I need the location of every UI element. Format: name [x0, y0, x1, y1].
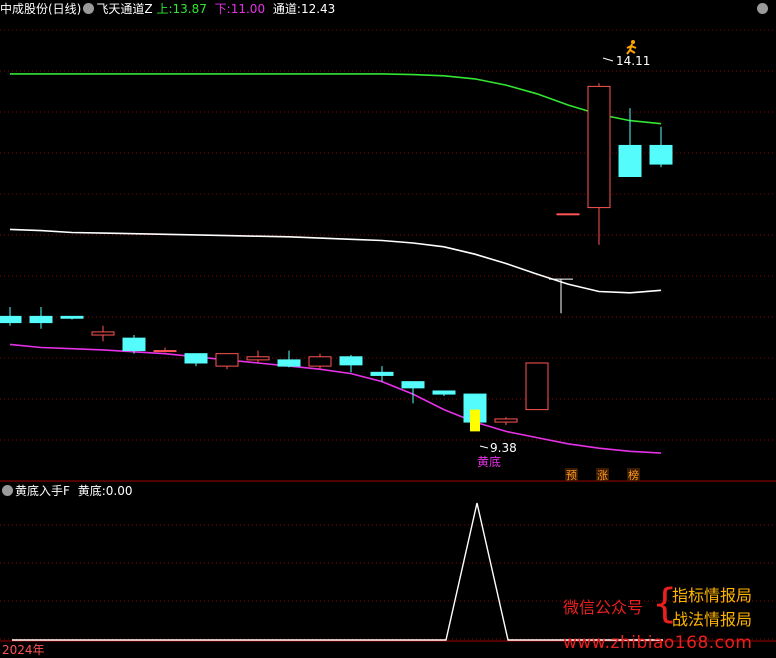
sub-label: 黄底:	[77, 484, 106, 498]
sub-indicator-menu-icon[interactable]	[2, 485, 13, 496]
candle-body	[246, 356, 270, 361]
upper-label: 上:	[156, 2, 173, 16]
tag-label: 预	[566, 469, 577, 482]
high-price-label: 14.11	[616, 54, 650, 68]
candle-body	[29, 315, 53, 324]
sub-indicator-name: 黄底入手F	[15, 484, 70, 498]
candle-body	[122, 337, 146, 352]
chart-header: 中成股份(日线) 飞天通道Z 上:13.87 下:11.00 通道:12.43	[0, 1, 335, 17]
candle-body	[308, 356, 332, 367]
high-price-pointer	[602, 57, 614, 62]
tag-label: 榜	[628, 468, 639, 482]
sub-value: 0.00	[105, 484, 133, 498]
bottom-signal-label: 黄底	[477, 454, 501, 469]
low-price-label: 9.38	[490, 441, 517, 455]
candle-body	[494, 418, 518, 423]
candle-body	[153, 350, 177, 353]
settings-icon[interactable]	[757, 3, 768, 14]
lower-channel-line	[9, 228, 662, 294]
year-label: 2024年	[2, 643, 45, 657]
runner-icon-part	[626, 43, 637, 55]
main-chart-canvas[interactable]: 14.11 9.38黄底预 涨 榜	[0, 0, 776, 657]
watermark-right-top: 指标情报局	[672, 586, 753, 605]
tag-label: 涨	[597, 469, 608, 482]
candle-body	[432, 390, 456, 395]
watermark-right-bottom: 战法情报局	[672, 610, 753, 629]
watermark-left: 微信公众号	[563, 598, 644, 617]
candle-body	[649, 144, 673, 165]
candle-body	[401, 381, 425, 389]
channel-value: 12.43	[300, 2, 336, 16]
candle-body	[618, 144, 642, 178]
candle-body	[556, 213, 580, 216]
runner-icon-part	[631, 40, 635, 44]
candle-body	[587, 85, 611, 209]
mid-channel-line	[9, 343, 662, 454]
candle-body	[60, 315, 84, 319]
lower-value: 11.00	[230, 2, 266, 16]
candle-body	[184, 353, 208, 364]
signal-bar	[470, 409, 480, 432]
bottom-signal-line	[12, 502, 663, 641]
watermark-url: www.zhibiao168.com	[563, 633, 753, 653]
candle-body	[277, 359, 301, 367]
channel-label: 通道:	[272, 2, 301, 16]
indicator-name: 飞天通道Z	[96, 2, 153, 16]
runner-icon	[626, 40, 637, 55]
candle-body	[0, 315, 22, 324]
candle-body	[91, 331, 115, 336]
candle-body	[525, 362, 549, 411]
upper-value: 13.87	[172, 2, 207, 16]
upper-channel-line	[10, 73, 662, 125]
lower-label: 下:	[214, 2, 231, 16]
stock-name: 中成股份(日线)	[0, 2, 82, 16]
candle-body	[339, 356, 363, 366]
low-price-pointer	[479, 445, 489, 449]
indicator-menu-icon[interactable]	[83, 3, 95, 14]
candle-body	[215, 353, 239, 367]
sub-chart-header: 黄底入手F 黄底:0.00	[0, 483, 133, 499]
candle-body	[370, 371, 394, 376]
